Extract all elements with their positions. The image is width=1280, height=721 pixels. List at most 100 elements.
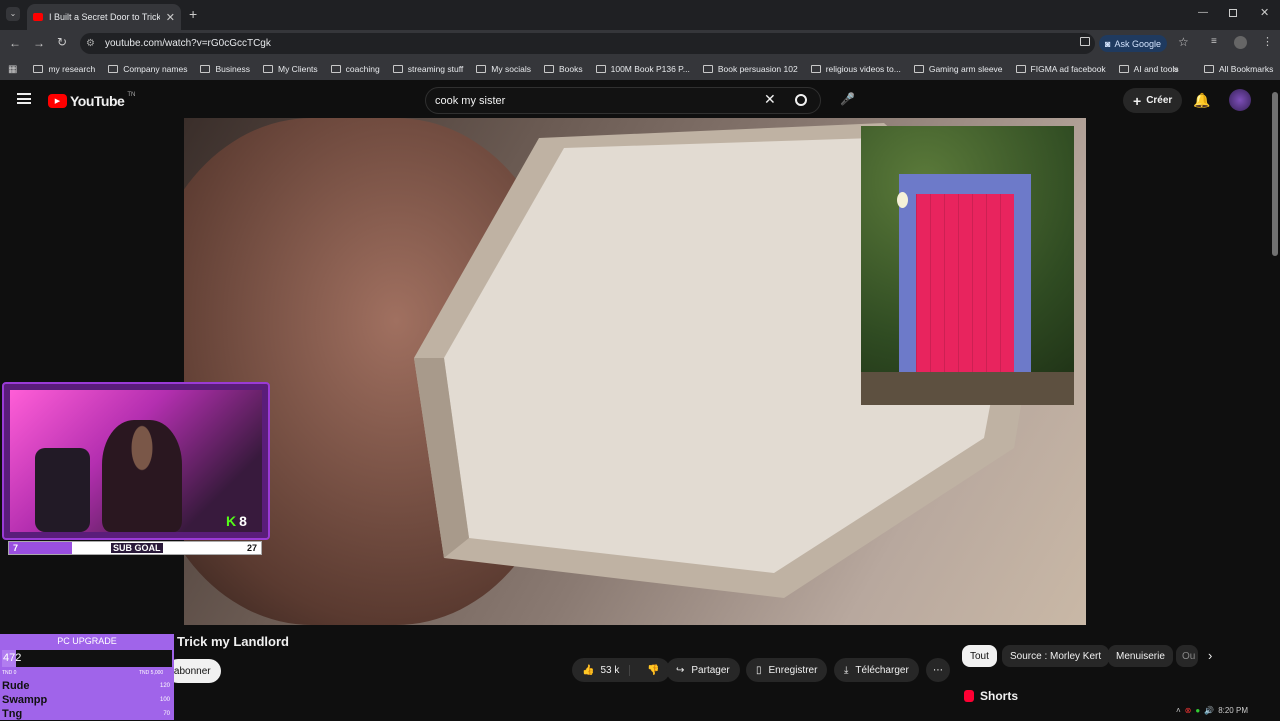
download-icon: ⤓ (844, 664, 849, 676)
plus-icon: + (1133, 92, 1142, 109)
bookmark-label: Company names (123, 64, 188, 74)
hamburger-menu-icon[interactable] (17, 93, 31, 104)
donor-name: Swampp (2, 694, 48, 706)
pc-upgrade-max: TND 5,000 (139, 670, 164, 676)
forward-icon[interactable]: → (33, 36, 45, 50)
bookmark-item[interactable]: Company names (108, 64, 187, 74)
bookmarks-overflow-icon[interactable]: » (1173, 64, 1179, 75)
bookmark-label: Books (558, 64, 583, 74)
share-label: Partager (691, 664, 730, 676)
bookmark-item[interactable]: Business (200, 64, 250, 74)
bookmark-item[interactable]: streaming stuff (392, 64, 464, 74)
chip-source[interactable]: Source : Morley Kert (1002, 645, 1110, 667)
dislike-button[interactable]: 👎 (637, 665, 669, 676)
window-close-icon[interactable]: ✕ (1260, 6, 1269, 19)
chip-all[interactable]: Tout (962, 645, 997, 667)
pc-upgrade-label: PC UPGRADE (57, 636, 117, 646)
thumbs-up-icon: 👍 (582, 664, 595, 676)
tab-search-button[interactable]: ⌄ (6, 7, 20, 21)
kick-logo-icon: K (226, 513, 237, 529)
like-button[interactable]: 👍 53 k (572, 664, 631, 676)
more-actions-button[interactable]: ⋯ (926, 658, 950, 682)
bookmark-star-icon[interactable]: ☆ (1178, 35, 1189, 49)
restore-icon[interactable] (1229, 9, 1237, 17)
folder-icon (543, 65, 554, 73)
ask-google-button[interactable]: ◙ Ask Google (1099, 35, 1167, 52)
bookmark-item[interactable]: my research (33, 64, 95, 74)
pc-upgrade-min: TND 0 (2, 670, 17, 676)
browser-menu-icon[interactable]: ⋮ (1262, 35, 1273, 48)
all-bookmarks[interactable]: All Bookmarks (1204, 64, 1273, 74)
donor-leaderboard: Rude 120 Swampp 100 Tng 70 (0, 679, 172, 721)
create-button[interactable]: + Créer (1123, 88, 1183, 113)
extensions-icon[interactable]: ≡ (1211, 36, 1217, 47)
folder-icon (262, 65, 273, 73)
minimize-icon[interactable]: — (1198, 7, 1208, 18)
bookmark-item[interactable]: Books (543, 64, 583, 74)
download-button[interactable]: ⤓ Télécharger (834, 658, 919, 682)
sub-goal-fill (9, 542, 72, 554)
folder-icon (33, 65, 44, 73)
bookmark-item[interactable]: coaching (330, 64, 380, 74)
save-button[interactable]: ▯ Enregistrer (746, 658, 828, 682)
bookmark-item[interactable]: My socials (476, 64, 531, 74)
new-tab-icon[interactable]: + (189, 6, 197, 22)
browser-tab-bar: ⌄ I Built a Secret Door to Trick my ✕ + … (0, 0, 1280, 30)
address-bar[interactable]: ⚙ youtube.com/watch?v=rG0cGccTCgk (80, 33, 1095, 54)
folder-icon (913, 65, 924, 73)
pc-upgrade-bar (2, 650, 172, 667)
bookmarks-bar: ▦ my research Company names Business My Cli… (0, 58, 1280, 80)
folder-icon (595, 65, 606, 73)
clear-search-icon[interactable]: ✕ (764, 91, 776, 108)
volume-icon[interactable]: 🔊 (1204, 706, 1214, 715)
bookmark-item[interactable]: AI and tools (1118, 64, 1179, 74)
bookmark-item[interactable]: My Clients (262, 64, 318, 74)
leaderboard-row: Swampp 100 (0, 693, 172, 707)
folder-icon (702, 65, 713, 73)
page-scrollbar[interactable] (1272, 92, 1278, 256)
bookmark-item[interactable]: 100M Book P136 P... (595, 64, 690, 74)
tray-app-icon[interactable]: ⊗ (1185, 706, 1192, 715)
tray-status-icon[interactable]: ● (1195, 706, 1200, 715)
back-icon[interactable]: ← (9, 36, 21, 50)
all-bookmarks-label: All Bookmarks (1219, 64, 1274, 74)
folder-icon (200, 65, 211, 73)
voice-search-icon[interactable]: 🎤 (840, 92, 855, 108)
bookmark-item[interactable]: Book persuasion 102 (702, 64, 798, 74)
bookmark-label: my research (48, 64, 96, 74)
donor-amount: 100 (159, 697, 170, 703)
tray-chevron-icon[interactable]: ˄ (1176, 706, 1181, 715)
door-light (897, 192, 908, 208)
channel-avatar[interactable] (1229, 89, 1251, 111)
folder-icon (476, 65, 487, 73)
sub-goal-current: 7 (13, 543, 19, 553)
share-button[interactable]: ↪ Partager (666, 658, 740, 682)
chip-woodworking[interactable]: Menuiserie (1108, 645, 1173, 667)
shorts-header: Shorts (964, 689, 1018, 703)
profile-avatar[interactable] (1234, 36, 1247, 49)
subscribe-button[interactable]: 'abonner (166, 659, 221, 683)
chip-other[interactable]: Ou (1176, 645, 1198, 667)
url-text: youtube.com/watch?v=rG0cGccTCgk (104, 38, 271, 49)
ask-google-label: Ask Google (1114, 38, 1161, 49)
overlay-door-image (861, 126, 1074, 405)
donor-name: Rude (2, 680, 30, 692)
site-info-icon[interactable]: ⚙ (86, 38, 95, 49)
install-icon[interactable] (1080, 37, 1090, 46)
reload-icon[interactable]: ↻ (57, 35, 67, 49)
bookmark-item[interactable]: religious videos to... (810, 64, 901, 74)
youtube-logo[interactable]: ▶ YouTube TN (48, 92, 135, 109)
chips-next-icon[interactable]: › (1208, 648, 1212, 663)
bookmark-label: Book persuasion 102 (717, 64, 798, 74)
notifications-bell-icon[interactable]: 🔔 (1193, 92, 1210, 109)
apps-icon[interactable]: ▦ (8, 64, 17, 75)
bookmark-item[interactable]: FIGMA ad facebook (1015, 64, 1106, 74)
youtube-favicon-icon (33, 13, 43, 21)
download-label: Télécharger (855, 664, 909, 676)
tab-close-icon[interactable]: ✕ (166, 11, 175, 24)
search-icon[interactable] (795, 94, 807, 106)
browser-tab[interactable]: I Built a Secret Door to Trick my ✕ (27, 4, 181, 30)
bookmark-label: streaming stuff (407, 64, 464, 74)
search-input[interactable]: cook my sister (425, 87, 821, 114)
bookmark-item[interactable]: Gaming arm sleeve (913, 64, 1003, 74)
